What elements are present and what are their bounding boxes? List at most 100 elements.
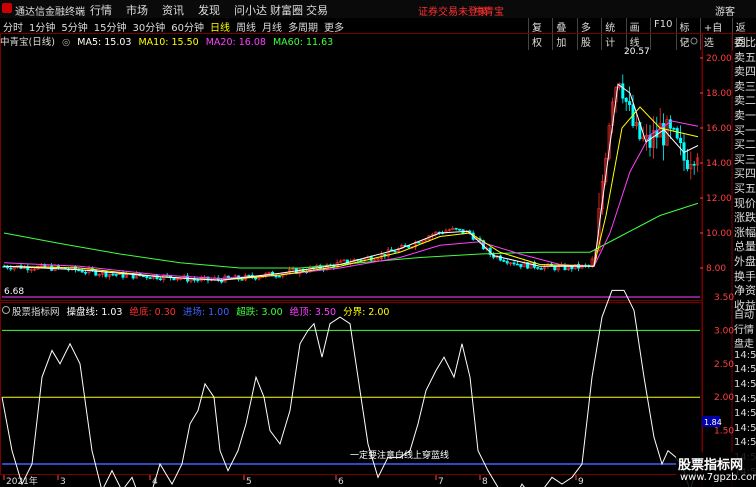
side-item: 涨跌 — [734, 211, 756, 224]
side-item: 14:50 — [734, 349, 756, 361]
side-item: 卖三 — [734, 79, 756, 93]
panel-settings-icon[interactable] — [690, 37, 698, 45]
chart-title: 中青宝(日线) — [0, 37, 55, 48]
indicator-tick-label: 3.00 — [714, 326, 734, 336]
side-item: 现价 — [734, 196, 756, 210]
ma60-line — [3, 202, 699, 269]
line-entry-label: 进场: 1.00 — [182, 307, 230, 318]
candle-body — [536, 267, 540, 269]
side-item: 14:50 — [734, 393, 756, 405]
price-chart-header: 中青宝(日线) ◎ MA5: 15.03 MA10: 15.50 MA20: 1… — [0, 34, 337, 48]
side-item: 委比 — [734, 36, 756, 49]
side-item: 14:50 — [734, 437, 756, 449]
ma10-label: MA10: 15.50 — [138, 37, 199, 48]
indicator-tick-label: 2.50 — [714, 360, 734, 370]
watermark-title: 股票指标网 — [678, 458, 744, 473]
ma5-line — [3, 83, 699, 281]
ma-settings-icon[interactable]: ◎ — [62, 37, 70, 48]
candle-body — [458, 228, 462, 231]
candle-body — [679, 137, 683, 143]
candle-body — [519, 263, 523, 268]
price-tick-label: 10.00 — [706, 229, 732, 239]
chart-canvas[interactable]: 20.00 18.00 16.00 14.00 12.00 10.00 8.00 3.50 3… — [0, 0, 756, 487]
indicator-name[interactable]: 股票指标网 — [12, 307, 60, 318]
candle-body — [675, 128, 679, 139]
candle-body — [277, 275, 281, 278]
date-tick-label: 4 — [152, 477, 158, 487]
date-tick-label: 5 — [246, 477, 252, 487]
side-item: 14:50 — [734, 422, 756, 434]
candle-body — [454, 227, 458, 230]
side-item: 14:50 — [734, 364, 756, 376]
candle-body — [80, 270, 84, 273]
candle-body — [240, 278, 244, 281]
ma5-label: MA5: 15.03 — [77, 37, 132, 48]
candle-body — [192, 278, 196, 281]
quote-side-panel: 委比 卖五 卖四 卖三 卖二 卖一 买一 买二 买三 买四 买五 现价 涨跌 涨幅 总量 外盘 换手 净资 收益 — [734, 34, 756, 311]
candle-body — [539, 268, 543, 270]
ma60-label: MA60: 11.63 — [272, 37, 334, 48]
candle-body — [672, 128, 676, 130]
price-tick-label: 14.00 — [706, 159, 732, 169]
candle-body — [417, 241, 421, 244]
side-item: 卖四 — [734, 65, 756, 78]
date-tick-label: 3 — [60, 477, 66, 487]
price-tick-label: 16.00 — [706, 124, 732, 134]
watermark-url: www.7gpzb.com — [680, 472, 756, 483]
side-item: 买一 — [734, 123, 756, 137]
candle-body — [158, 278, 162, 281]
watermark: 股票指标网 www.7gpzb.com — [676, 452, 756, 487]
price-tick-label: 8.00 — [706, 264, 726, 274]
side-item: 14:50 — [734, 408, 756, 420]
side-item: 卖一 — [734, 108, 756, 122]
candle-body — [393, 250, 397, 253]
side-item: 买四 — [734, 167, 756, 180]
line-top-label: 绝顶: 3.50 — [289, 307, 337, 318]
candle-body — [692, 163, 696, 166]
price-tick-label: 12.00 — [706, 194, 732, 204]
line-divide-label: 分界: 2.00 — [343, 307, 390, 318]
indicator-panel-frame — [0, 302, 703, 475]
side-item: 14:50 — [734, 378, 756, 390]
date-tick-label: 2021年 — [6, 475, 38, 487]
low-price-label: 6.68 — [4, 287, 24, 297]
candle-body — [628, 101, 632, 105]
side-item: 卖二 — [734, 94, 756, 107]
side-item: 涨幅 — [734, 225, 756, 239]
indicator-tick-label: 2.00 — [714, 393, 734, 403]
side-item: 总量 — [734, 240, 756, 253]
candle-body — [505, 261, 509, 264]
side-item: 换手 — [734, 269, 756, 283]
high-price-label: 20.57 — [624, 47, 650, 57]
candle-body — [111, 273, 115, 276]
indicator-tick-label: 1.50 — [714, 427, 734, 437]
side-item: 行情 — [734, 324, 754, 336]
line-oversold-label: 超跌: 3.00 — [236, 307, 283, 318]
line-bottom-label: 绝底: 0.30 — [129, 307, 176, 318]
candle-body — [148, 277, 152, 279]
price-tick-label: 18.00 — [706, 89, 732, 99]
ma10-line — [3, 106, 699, 281]
candle-body — [196, 279, 200, 282]
price-tick-label: 20.00 — [706, 54, 732, 64]
candle-body — [624, 97, 628, 102]
date-tick-label: 6 — [338, 477, 344, 487]
side-item: 外盘 — [734, 254, 756, 268]
date-tick-label: 7 — [438, 477, 444, 487]
candle-body — [553, 265, 557, 271]
indicator-tick-label: 3.50 — [714, 293, 734, 303]
side-item: 买二 — [734, 138, 756, 151]
candle-body — [9, 267, 13, 270]
candle-body — [502, 259, 506, 262]
indicator-current-value: 1.84 — [704, 418, 722, 427]
candle-body — [512, 262, 516, 265]
annotation-note: 一定要注意白线上穿蓝线 — [350, 449, 449, 461]
ma20-label: MA20: 16.08 — [205, 37, 266, 48]
date-tick-label: 9 — [578, 477, 584, 487]
candle-body — [685, 160, 689, 170]
side-item: 自动 — [734, 310, 754, 321]
panel-option-icon[interactable] — [680, 37, 688, 45]
candle-body — [274, 275, 278, 278]
candle-body — [621, 83, 625, 99]
candle-body — [84, 271, 88, 274]
